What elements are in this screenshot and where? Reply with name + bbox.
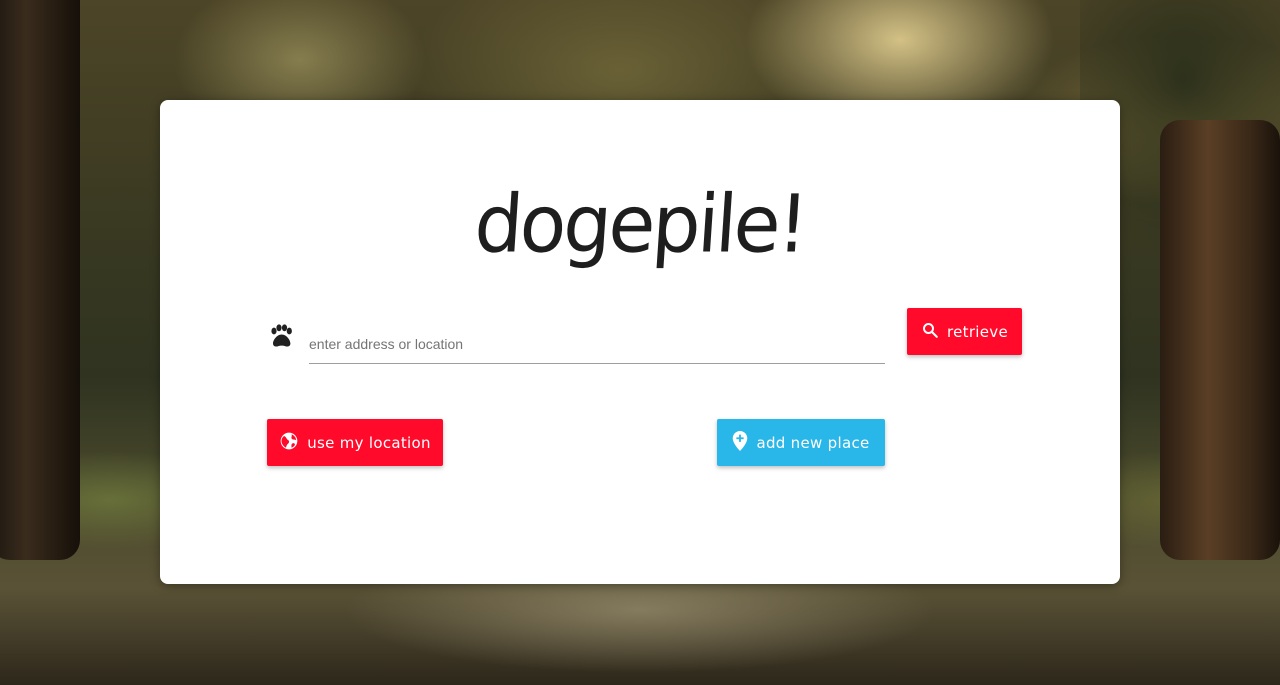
search-icon xyxy=(921,321,939,343)
main-card: dogepile! retrieve use xyxy=(160,100,1120,584)
globe-icon xyxy=(279,431,299,455)
search-input[interactable] xyxy=(309,324,885,364)
app-logo: dogepile! xyxy=(471,176,809,271)
retrieve-button-label: retrieve xyxy=(946,322,1008,341)
paw-icon xyxy=(268,324,294,350)
add-new-place-label: add new place xyxy=(756,433,870,452)
add-new-place-button[interactable]: add new place xyxy=(717,419,885,466)
tree-trunk-left xyxy=(0,0,80,560)
add-location-pin-icon xyxy=(732,430,748,455)
retrieve-button[interactable]: retrieve xyxy=(907,308,1022,355)
use-my-location-button[interactable]: use my location xyxy=(267,419,443,466)
use-my-location-label: use my location xyxy=(307,433,431,452)
tree-trunk-right xyxy=(1160,120,1280,560)
